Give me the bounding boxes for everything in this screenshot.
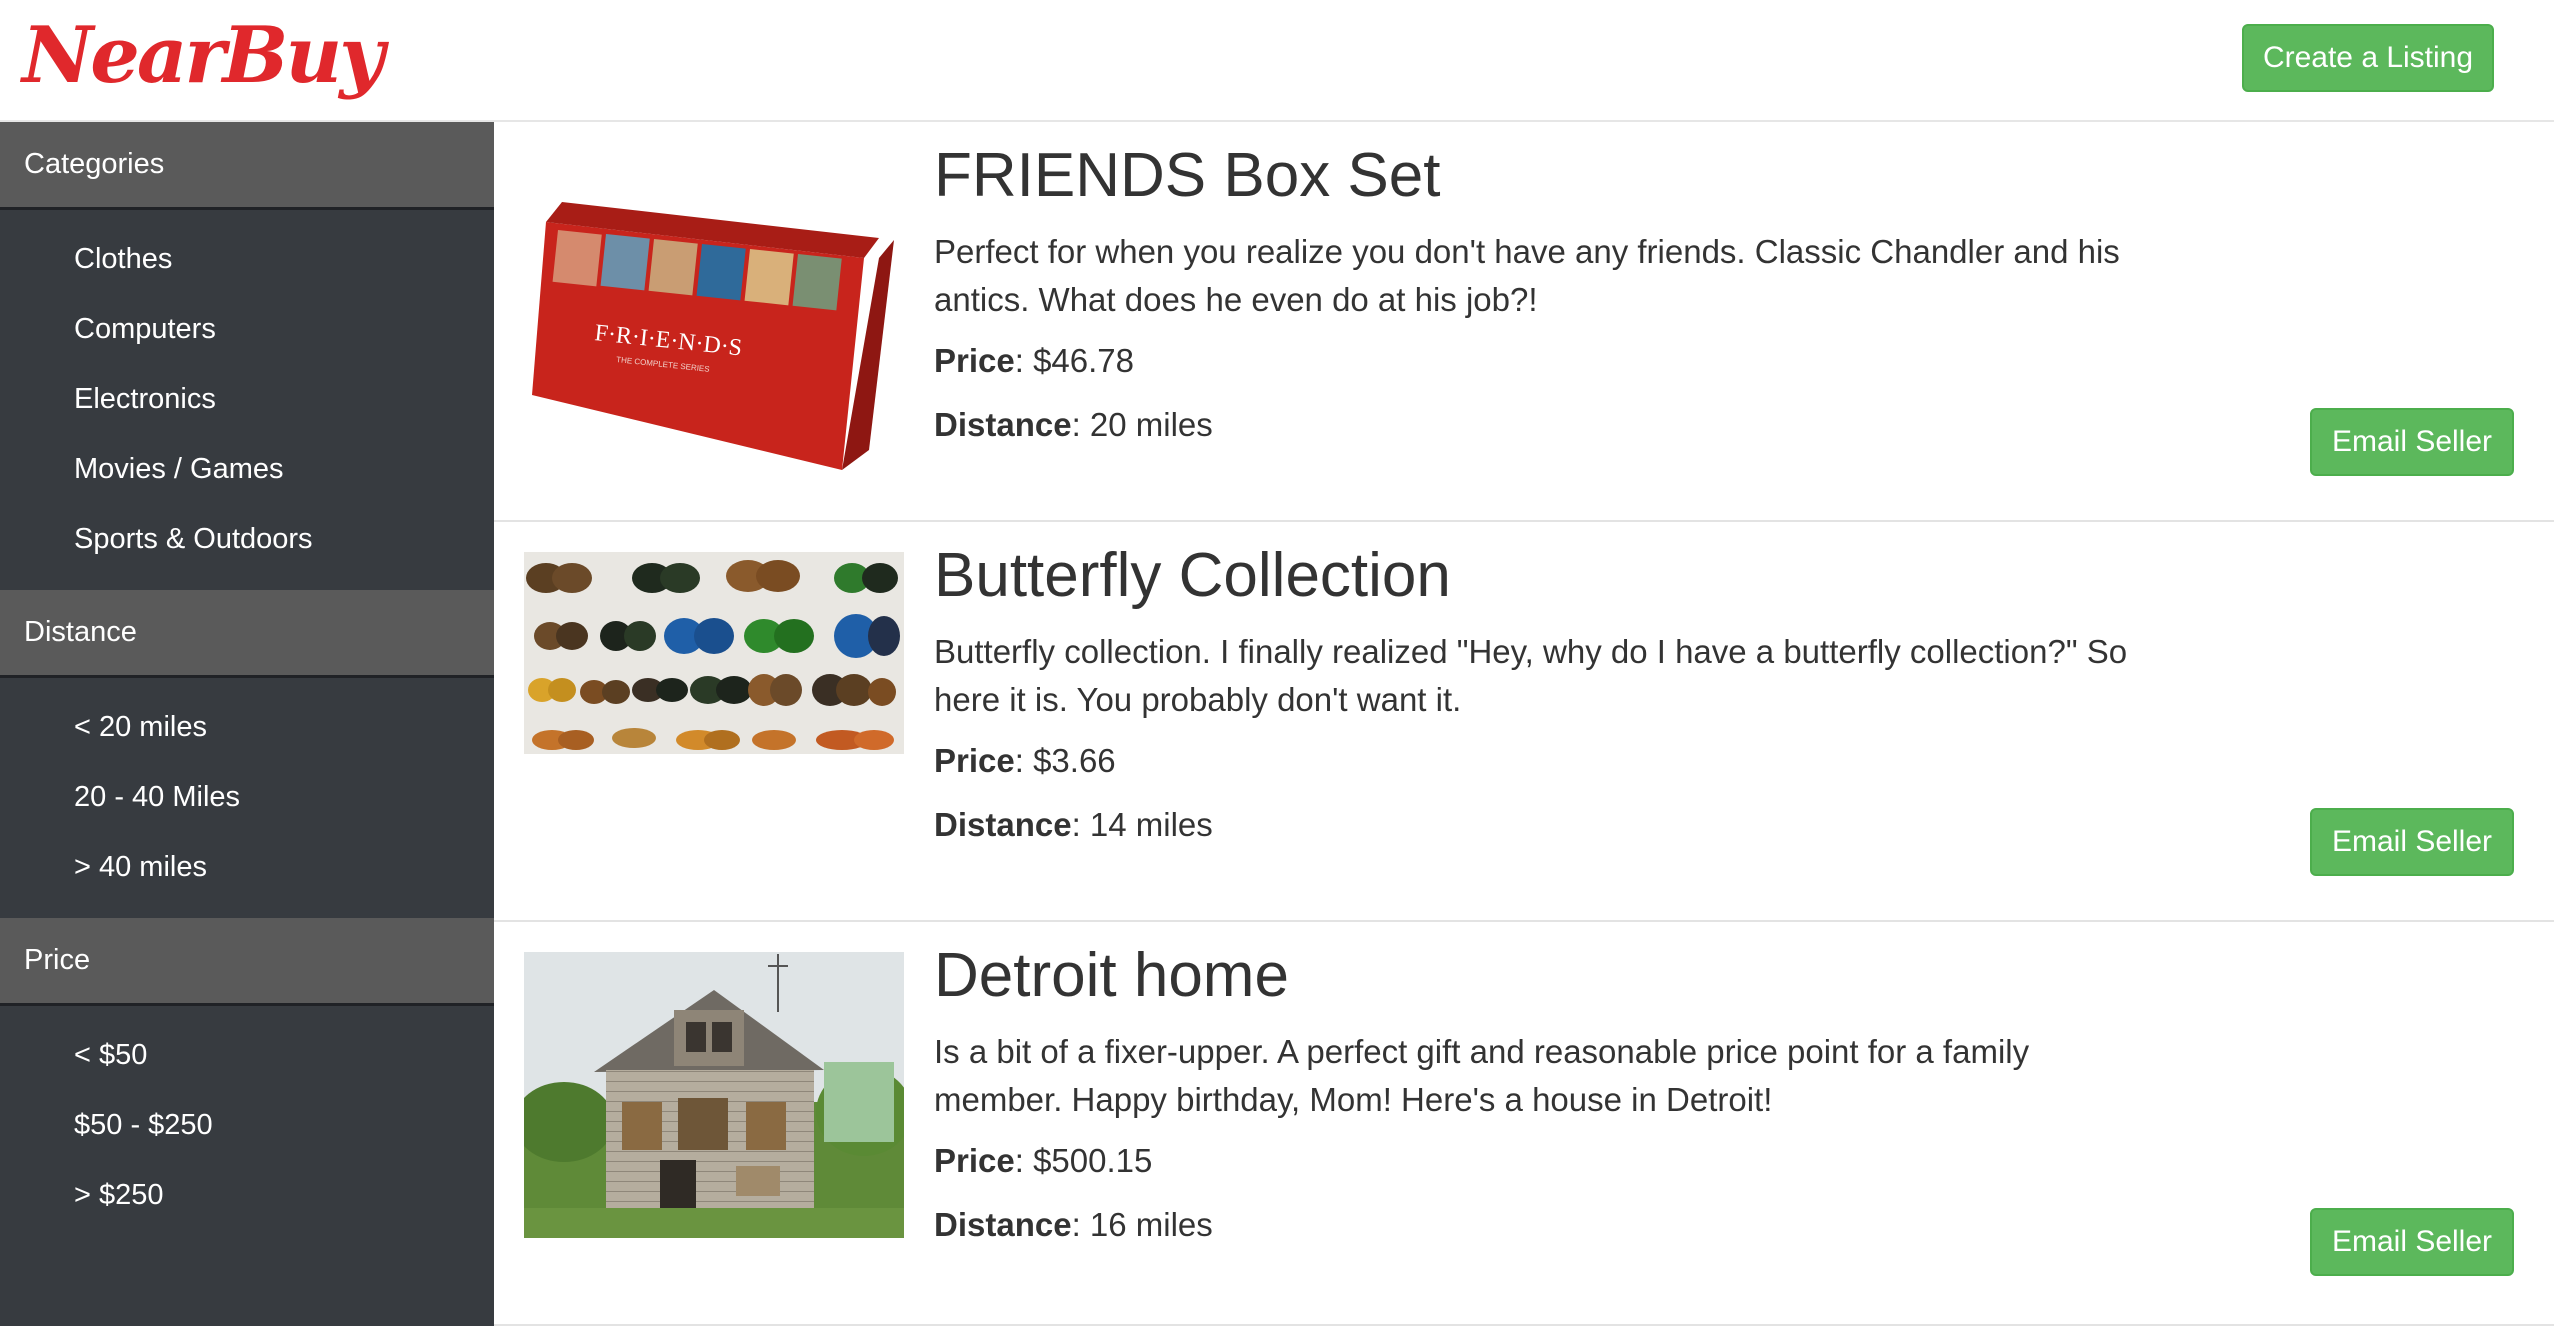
sidebar-section-price: Price < $50 $50 - $250 > $250 <box>0 918 494 1246</box>
sidebar-header-categories: Categories <box>0 122 494 210</box>
sidebar-item-clothes[interactable]: Clothes <box>0 224 494 294</box>
distance-value: : 14 miles <box>1071 806 1213 843</box>
listings-container: F·R·I·E·N·D·S THE COMPLETE SERIES FRIEND… <box>494 122 2554 1326</box>
distance-label: Distance <box>934 406 1072 443</box>
sidebar-item-20-40-miles[interactable]: 20 - 40 Miles <box>0 762 494 832</box>
listing-image-butterfly-collection[interactable] <box>524 552 904 754</box>
distance-label: Distance <box>934 806 1072 843</box>
listing-description: Butterfly collection. I finally realized… <box>934 633 2128 718</box>
sidebar-item-electronics[interactable]: Electronics <box>0 364 494 434</box>
sidebar-item-under-50[interactable]: < $50 <box>0 1020 494 1090</box>
price-label: Price <box>934 1142 1015 1179</box>
sidebar-header-distance: Distance <box>0 590 494 678</box>
listing-distance: Distance: 20 miles <box>934 406 1213 444</box>
price-label: Price <box>934 342 1015 379</box>
listing-price: Price: $3.66 <box>934 742 1116 780</box>
sidebar-section-categories: Categories Clothes Computers Electronics… <box>0 122 494 590</box>
distance-value: : 20 miles <box>1071 406 1213 443</box>
sidebar-item-50-250[interactable]: $50 - $250 <box>0 1090 494 1160</box>
sidebar-item-sports-outdoors[interactable]: Sports & Outdoors <box>0 504 494 574</box>
price-value: : $3.66 <box>1014 742 1116 779</box>
create-listing-button[interactable]: Create a Listing <box>2242 24 2494 92</box>
listing-distance: Distance: 14 miles <box>934 806 1213 844</box>
email-seller-button[interactable]: Email Seller <box>2310 1208 2514 1276</box>
price-label: Price <box>934 742 1015 779</box>
sidebar-section-distance: Distance < 20 miles 20 - 40 Miles > 40 m… <box>0 590 494 918</box>
email-seller-button[interactable]: Email Seller <box>2310 408 2514 476</box>
email-seller-button[interactable]: Email Seller <box>2310 808 2514 876</box>
listing-price: Price: $500.15 <box>934 1142 1152 1180</box>
listing-description: Is a bit of a fixer-upper. A perfect gif… <box>934 1033 2030 1118</box>
sidebar: Categories Clothes Computers Electronics… <box>0 122 494 1326</box>
listing-price: Price: $46.78 <box>934 342 1134 380</box>
sidebar-item-computers[interactable]: Computers <box>0 294 494 364</box>
listing-image-detroit-home[interactable] <box>524 952 904 1238</box>
distance-label: Distance <box>934 1206 1072 1243</box>
listing-title[interactable]: Butterfly Collection <box>934 540 1451 611</box>
listing-item: F·R·I·E·N·D·S THE COMPLETE SERIES FRIEND… <box>494 122 2554 522</box>
listing-distance: Distance: 16 miles <box>934 1206 1213 1244</box>
price-value: : $500.15 <box>1014 1142 1153 1179</box>
listing-item: Butterfly Collection Butterfly collectio… <box>494 522 2554 922</box>
listing-item: Detroit home Is a bit of a fixer-upper. … <box>494 922 2554 1326</box>
sidebar-item-movies-games[interactable]: Movies / Games <box>0 434 494 504</box>
distance-value: : 16 miles <box>1071 1206 1213 1243</box>
sidebar-item-under-20-miles[interactable]: < 20 miles <box>0 692 494 762</box>
sidebar-header-price: Price <box>0 918 494 1006</box>
sidebar-item-over-40-miles[interactable]: > 40 miles <box>0 832 494 902</box>
listing-description: Perfect for when you realize you don't h… <box>934 233 2120 318</box>
listing-title[interactable]: FRIENDS Box Set <box>934 140 1440 211</box>
listing-image-friends-box-set[interactable]: F·R·I·E·N·D·S THE COMPLETE SERIES <box>524 140 904 492</box>
price-value: : $46.78 <box>1014 342 1135 379</box>
nearbuy-logo[interactable]: NearBuy <box>22 6 385 106</box>
top-navbar: NearBuy Create a Listing <box>0 0 2554 122</box>
sidebar-item-over-250[interactable]: > $250 <box>0 1160 494 1230</box>
listing-title[interactable]: Detroit home <box>934 940 1289 1011</box>
